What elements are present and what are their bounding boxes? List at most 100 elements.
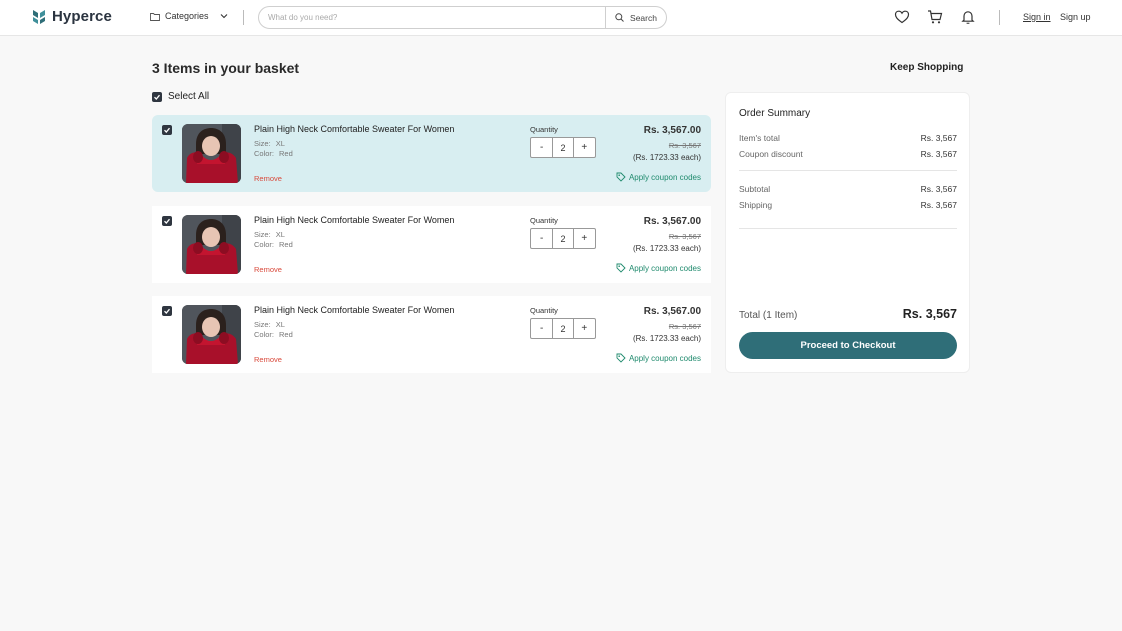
quantity-label: Quantity (530, 306, 558, 315)
subtotal-value: Rs. 3,567 (920, 184, 957, 194)
shipping-value: Rs. 3,567 (920, 200, 957, 210)
select-all[interactable]: Select All (152, 91, 209, 102)
divider (739, 170, 957, 171)
item-size: Size: XL (254, 320, 285, 329)
remove-button[interactable]: Remove (254, 265, 282, 274)
basket-item: Plain High Neck Comfortable Sweater For … (152, 206, 711, 283)
remove-button[interactable]: Remove (254, 355, 282, 364)
increment-button[interactable]: + (574, 319, 595, 338)
size-label: Size: (254, 230, 271, 239)
product-photo (182, 215, 241, 274)
item-checkbox[interactable] (162, 125, 172, 135)
sign-in-link[interactable]: Sign in (1023, 12, 1051, 22)
item-unit-price: (Rs. 1723.33 each) (632, 244, 701, 253)
total-row: Total (1 Item) Rs. 3,567 (739, 307, 957, 321)
quantity-label: Quantity (530, 125, 558, 134)
apply-coupon-label: Apply coupon codes (628, 263, 701, 273)
order-summary: Order Summary Item's total Rs. 3,567 Cou… (725, 92, 970, 373)
chevron-down-icon (220, 14, 227, 19)
bell-icon[interactable] (960, 9, 976, 25)
keep-shopping-link[interactable]: Keep Shopping (890, 62, 963, 73)
quantity-value[interactable]: 2 (552, 229, 574, 248)
quantity-value[interactable]: 2 (552, 319, 574, 338)
logo[interactable]: Hyperce (32, 8, 112, 25)
items-total-value: Rs. 3,567 (920, 133, 957, 143)
divider (243, 10, 244, 25)
search-input[interactable] (259, 7, 605, 28)
apply-coupon-label: Apply coupon codes (628, 353, 701, 363)
item-size: Size: XL (254, 230, 285, 239)
cart-icon[interactable] (927, 9, 943, 25)
decrement-button[interactable]: - (531, 319, 552, 338)
divider (739, 228, 957, 229)
divider (999, 10, 1000, 25)
search-bar: Search (258, 6, 667, 29)
coupon-discount-value: Rs. 3,567 (920, 149, 957, 159)
page-title: 3 Items in your basket (152, 60, 300, 76)
top-header: Hyperce Categories Search Sign in Sign u… (0, 0, 1122, 36)
check-icon (164, 127, 170, 133)
heart-icon[interactable] (894, 9, 910, 25)
remove-button[interactable]: Remove (254, 174, 282, 183)
item-title[interactable]: Plain High Neck Comfortable Sweater For … (254, 215, 454, 225)
quantity-stepper: - 2 + (530, 318, 596, 339)
items-total-label: Item's total (739, 133, 780, 143)
item-checkbox[interactable] (162, 306, 172, 316)
apply-coupon-link[interactable]: Apply coupon codes (616, 263, 701, 273)
subtotal-row: Subtotal Rs. 3,567 (739, 184, 957, 194)
quantity-label: Quantity (530, 216, 558, 225)
items-total-row: Item's total Rs. 3,567 (739, 133, 957, 143)
coupon-discount-label: Coupon discount (739, 149, 803, 159)
item-color: Color: Red (254, 330, 293, 339)
checkout-button[interactable]: Proceed to Checkout (739, 332, 957, 359)
decrement-button[interactable]: - (531, 229, 552, 248)
shipping-row: Shipping Rs. 3,567 (739, 200, 957, 210)
categories-label: Categories (165, 11, 209, 21)
item-checkbox[interactable] (162, 216, 172, 226)
item-title[interactable]: Plain High Neck Comfortable Sweater For … (254, 305, 454, 315)
item-color: Color: Red (254, 149, 293, 158)
item-old-price: Rs. 3,567 (668, 322, 701, 331)
quantity-value[interactable]: 2 (552, 138, 574, 157)
item-price: Rs. 3,567.00 (643, 125, 701, 136)
quantity-stepper: - 2 + (530, 137, 596, 158)
product-photo (182, 305, 241, 364)
subtotal-label: Subtotal (739, 184, 771, 194)
sign-up-link[interactable]: Sign up (1060, 12, 1091, 22)
increment-button[interactable]: + (574, 229, 595, 248)
size-value: XL (275, 230, 285, 239)
apply-coupon-label: Apply coupon codes (628, 172, 701, 182)
size-value: XL (275, 139, 285, 148)
size-value: XL (275, 320, 285, 329)
item-price: Rs. 3,567.00 (643, 216, 701, 227)
apply-coupon-link[interactable]: Apply coupon codes (616, 172, 701, 182)
item-title[interactable]: Plain High Neck Comfortable Sweater For … (254, 124, 454, 134)
product-image[interactable] (182, 124, 241, 183)
total-value: Rs. 3,567 (902, 307, 957, 321)
basket-item: Plain High Neck Comfortable Sweater For … (152, 115, 711, 192)
shipping-label: Shipping (739, 200, 773, 210)
categories-dropdown[interactable]: Categories (150, 11, 228, 21)
increment-button[interactable]: + (574, 138, 595, 157)
select-all-checkbox[interactable] (152, 91, 162, 102)
item-unit-price: (Rs. 1723.33 each) (632, 334, 701, 343)
basket-item: Plain High Neck Comfortable Sweater For … (152, 296, 711, 373)
product-image[interactable] (182, 215, 241, 274)
apply-coupon-link[interactable]: Apply coupon codes (616, 353, 701, 363)
tag-icon (616, 172, 626, 182)
color-value: Red (279, 240, 293, 249)
decrement-button[interactable]: - (531, 138, 552, 157)
item-unit-price: (Rs. 1723.33 each) (632, 153, 701, 162)
logo-icon (33, 9, 45, 24)
product-image[interactable] (182, 305, 241, 364)
color-value: Red (279, 330, 293, 339)
color-value: Red (279, 149, 293, 158)
item-old-price: Rs. 3,567 (668, 141, 701, 150)
total-label: Total (1 Item) (739, 310, 798, 321)
select-all-label: Select All (168, 91, 210, 102)
tag-icon (616, 263, 626, 273)
color-label: Color: (254, 240, 275, 249)
check-icon (154, 94, 160, 100)
quantity-stepper: - 2 + (530, 228, 596, 249)
search-button[interactable]: Search (605, 7, 666, 28)
